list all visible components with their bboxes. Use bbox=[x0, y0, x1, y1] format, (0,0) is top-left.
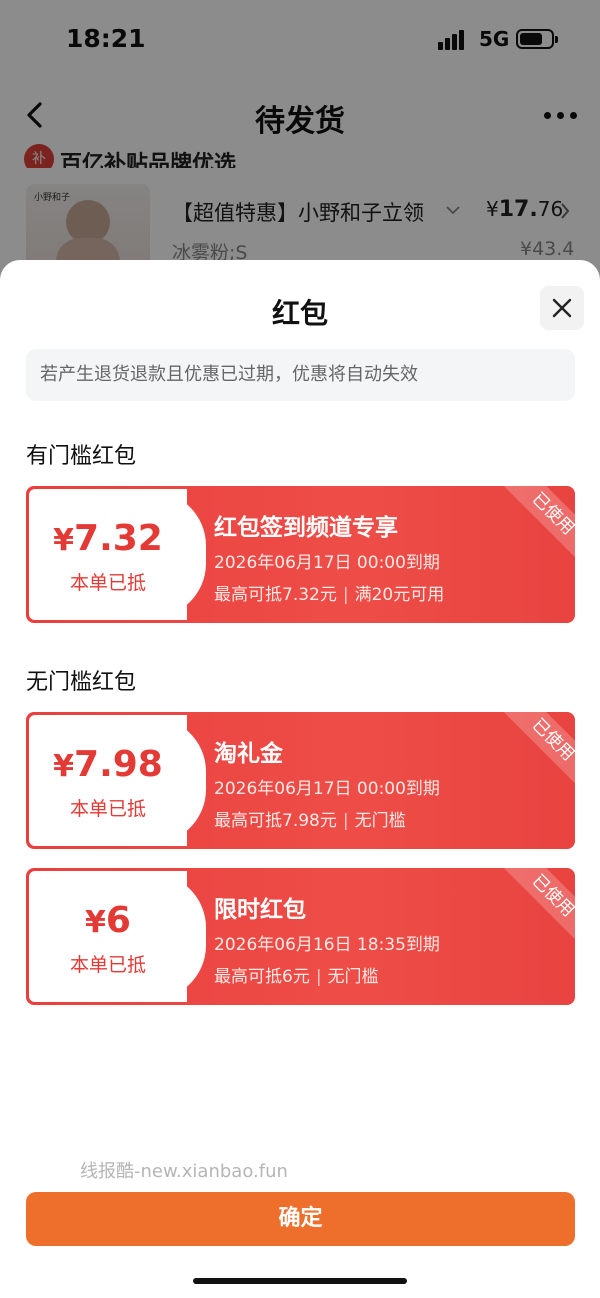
coupon-expiry: 2026年06月17日 00:00到期 bbox=[214, 779, 440, 799]
coupon-rules: 最高可抵7.32元 | 满20元可用 bbox=[214, 585, 445, 605]
sheet-title: 红包 bbox=[271, 297, 328, 330]
coupon-amount: ¥7.98 bbox=[29, 744, 187, 785]
coupon-card[interactable]: ¥7.98 本单已抵 淘礼金 2026年06月17日 00:00到期 最高可抵7… bbox=[26, 712, 575, 849]
watermark: 线报酷-new.xianbao.fun bbox=[80, 1161, 288, 1182]
coupon-amount: ¥6 bbox=[29, 900, 187, 941]
refund-notice: 若产生退货退款且优惠已过期，优惠将自动失效 bbox=[26, 349, 575, 401]
red-packet-sheet: 红包 若产生退货退款且优惠已过期，优惠将自动失效 有门槛红包 ¥7.32 本单已… bbox=[0, 260, 600, 1298]
coupon-expiry: 2026年06月17日 00:00到期 bbox=[214, 553, 440, 573]
coupon-max-deduct: 最高可抵7.98元 bbox=[214, 811, 337, 831]
coupon-currency: ¥ bbox=[53, 749, 75, 784]
home-indicator bbox=[193, 1278, 407, 1284]
close-icon bbox=[552, 298, 572, 318]
used-badge: 已使用 bbox=[499, 712, 575, 794]
coupon-currency: ¥ bbox=[85, 905, 106, 940]
coupon-title: 红包签到频道专享 bbox=[214, 515, 398, 541]
coupon-amount-value: 6 bbox=[105, 900, 131, 941]
coupon-threshold: 无门槛 bbox=[327, 967, 379, 987]
close-button[interactable] bbox=[540, 286, 584, 330]
coupon-rules: 最高可抵6元 | 无门槛 bbox=[214, 967, 379, 987]
coupon-amount-value: 7.32 bbox=[74, 518, 163, 559]
coupon-card[interactable]: ¥6 本单已抵 限时红包 2026年06月16日 18:35到期 最高可抵6元 |… bbox=[26, 868, 575, 1005]
confirm-button[interactable]: 确定 bbox=[26, 1192, 575, 1246]
coupon-status: 本单已抵 bbox=[69, 572, 146, 594]
coupon-max-deduct: 最高可抵7.32元 bbox=[214, 585, 337, 605]
section-heading-no-threshold: 无门槛红包 bbox=[26, 670, 137, 695]
coupon-amount: ¥7.32 bbox=[29, 518, 187, 559]
section-heading-threshold: 有门槛红包 bbox=[26, 444, 137, 469]
coupon-expiry: 2026年06月16日 18:35到期 bbox=[214, 935, 440, 955]
coupon-rules: 最高可抵7.98元 | 无门槛 bbox=[214, 811, 406, 831]
coupon-card[interactable]: ¥7.32 本单已抵 红包签到频道专享 2026年06月17日 00:00到期 … bbox=[26, 486, 575, 623]
coupon-currency: ¥ bbox=[53, 523, 75, 558]
coupon-status: 本单已抵 bbox=[69, 798, 146, 820]
coupon-status: 本单已抵 bbox=[69, 954, 146, 976]
coupon-title: 限时红包 bbox=[214, 897, 306, 923]
coupon-amount-value: 7.98 bbox=[74, 744, 163, 785]
coupon-threshold: 满20元可用 bbox=[354, 585, 445, 605]
coupon-title: 淘礼金 bbox=[214, 741, 283, 767]
coupon-threshold: 无门槛 bbox=[354, 811, 406, 831]
used-badge: 已使用 bbox=[499, 868, 575, 950]
modal-overlay[interactable] bbox=[0, 0, 600, 300]
used-badge: 已使用 bbox=[499, 486, 575, 568]
coupon-max-deduct: 最高可抵6元 bbox=[214, 967, 310, 987]
